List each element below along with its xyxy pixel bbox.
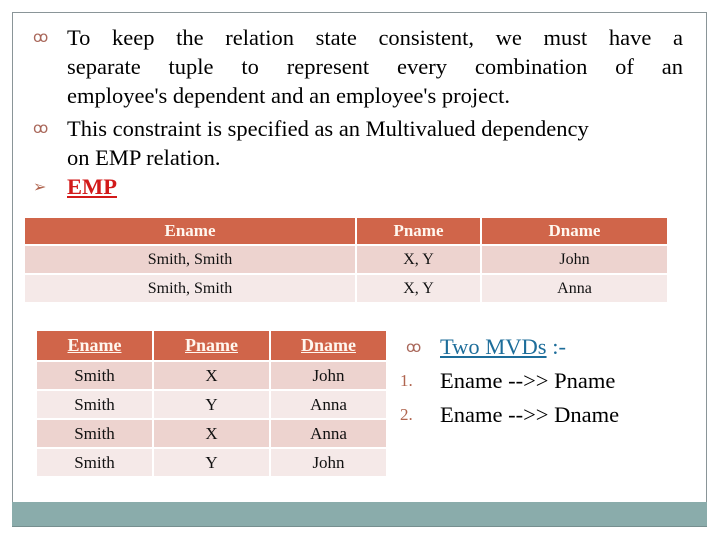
table-header-row: Ename Pname Dname (25, 218, 667, 244)
cell-dname: Anna (271, 391, 386, 418)
cell-ename: Smith (37, 391, 152, 418)
cell-pname: Y (154, 449, 269, 476)
cell-pname: Y (154, 391, 269, 418)
emp-heading: ➢ EMP (33, 172, 683, 201)
table-row: Smith Y Anna (37, 391, 386, 418)
cell-ename: Smith, Smith (25, 275, 355, 302)
column-header-dname: Dname (271, 331, 386, 360)
column-header-pname: Pname (154, 331, 269, 360)
emp-title: EMP (67, 174, 117, 199)
table-row: Smith Y John (37, 449, 386, 476)
bullet-text: To keep the relation state consistent, w… (67, 25, 683, 50)
mvd-text: Ename -->> Pname (440, 368, 616, 393)
list-number: 2. (400, 405, 413, 424)
bullet-relation-state: ꝏ To keep the relation state consistent,… (33, 23, 683, 110)
mvd-list: ꝏ Two MVDs :- 1. Ename -->> Pname 2. Ena… (400, 330, 700, 432)
scroll-bullet-icon: ꝏ (406, 338, 422, 356)
cell-ename: Smith (37, 362, 152, 389)
scroll-bullet-icon: ꝏ (33, 119, 49, 137)
mvd-item: 1. Ename -->> Pname (400, 364, 700, 398)
cell-dname: John (271, 449, 386, 476)
bullet-text: This constraint is specified as an Multi… (67, 116, 589, 141)
cell-dname: Anna (271, 420, 386, 447)
mvd-title-link[interactable]: Two MVDs (440, 334, 547, 359)
table-row: Smith X Anna (37, 420, 386, 447)
table-row: Smith X John (37, 362, 386, 389)
bullet-line: employee's dependent and an employee's p… (33, 81, 683, 110)
column-header-ename: Ename (37, 331, 152, 360)
cell-pname: X (154, 362, 269, 389)
table-header-row: Ename Pname Dname (37, 331, 386, 360)
bullet-text: employee's dependent and an employee's p… (67, 83, 510, 108)
mvd-title-line: ꝏ Two MVDs :- (400, 330, 700, 364)
mvd-text: Ename -->> Dname (440, 402, 620, 427)
table-row: Smith, Smith X, Y John (25, 246, 667, 273)
arrow-bullet-icon: ➢ (33, 177, 47, 196)
emp-heading-line: ➢ EMP (33, 172, 683, 201)
cell-ename: Smith (37, 449, 152, 476)
bullet-line: ꝏ To keep the relation state consistent,… (33, 23, 683, 52)
bullet-text: on EMP relation. (67, 145, 221, 170)
cell-dname: Anna (482, 275, 667, 302)
bullet-line: separate tuple to represent every combin… (33, 52, 683, 81)
cell-ename: Smith (37, 420, 152, 447)
cell-pname: X, Y (357, 275, 480, 302)
cell-pname: X, Y (357, 246, 480, 273)
emp-grouped-table: Ename Pname Dname Smith, Smith X, Y John… (23, 216, 669, 304)
slide-content: ꝏ To keep the relation state consistent,… (0, 0, 720, 540)
emp-flat-table: Ename Pname Dname Smith X John Smith Y A… (35, 329, 388, 478)
column-header-dname: Dname (482, 218, 667, 244)
cell-ename: Smith, Smith (25, 246, 355, 273)
scroll-bullet-icon: ꝏ (33, 28, 49, 46)
cell-pname: X (154, 420, 269, 447)
bullet-constraint: ꝏ This constraint is specified as an Mul… (33, 114, 683, 172)
cell-dname: John (482, 246, 667, 273)
mvd-item: 2. Ename -->> Dname (400, 398, 700, 432)
list-number: 1. (400, 371, 413, 390)
mvd-title-suffix: :- (546, 334, 566, 359)
bullet-line: ꝏ This constraint is specified as an Mul… (33, 114, 683, 143)
bullet-text: separate tuple to represent every combin… (67, 54, 683, 79)
column-header-ename: Ename (25, 218, 355, 244)
cell-dname: John (271, 362, 386, 389)
bullet-line: on EMP relation. (33, 143, 683, 172)
column-header-pname: Pname (357, 218, 480, 244)
table-row: Smith, Smith X, Y Anna (25, 275, 667, 302)
